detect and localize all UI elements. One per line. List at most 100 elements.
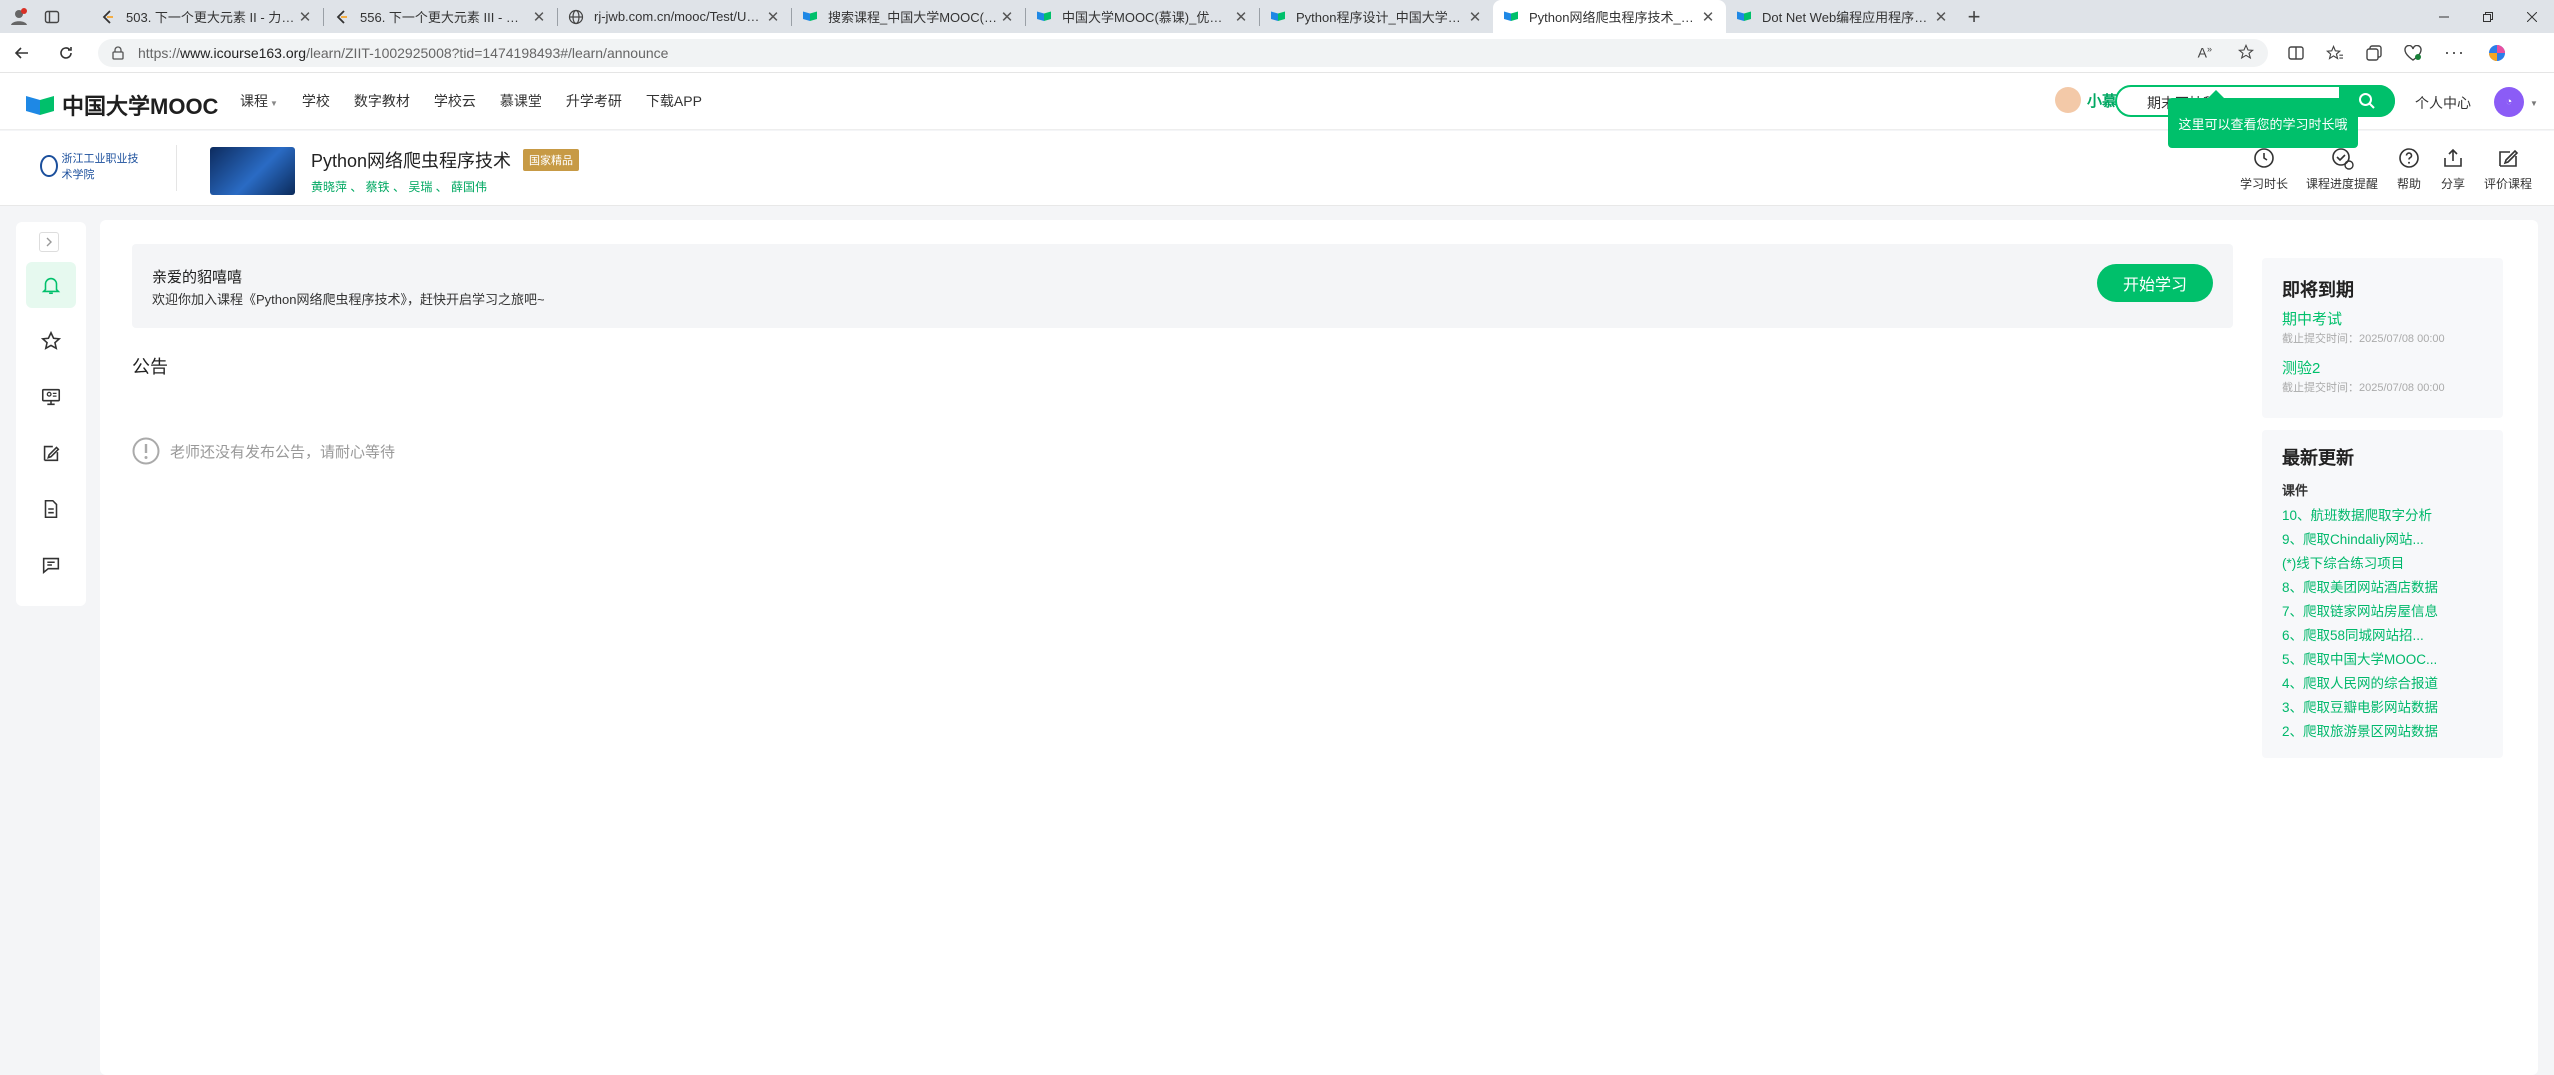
update-item[interactable]: (*)线下综合练习项目: [2282, 552, 2452, 576]
divider: [176, 145, 177, 191]
nav-item[interactable]: 下载APP: [646, 91, 702, 111]
close-window-icon[interactable]: [2510, 0, 2554, 33]
nav-item[interactable]: 课程 ▼: [240, 91, 278, 111]
start-learning-button[interactable]: 开始学习: [2097, 264, 2213, 302]
leetcode-icon: [100, 9, 116, 25]
course-tool-share[interactable]: 分享: [2440, 145, 2466, 192]
refresh-icon[interactable]: [44, 33, 88, 73]
course-tool-help[interactable]: 帮助: [2396, 145, 2422, 192]
mooc-icon: [802, 9, 818, 25]
window-controls: [2422, 0, 2554, 33]
close-tab-icon[interactable]: ✕: [1933, 8, 1949, 26]
course-tool-progress-reminder[interactable]: 课程进度提醒: [2306, 145, 2378, 192]
close-tab-icon[interactable]: ✕: [1467, 8, 1483, 26]
browser-tab-active[interactable]: Python网络爬虫程序技术_中国大学✕: [1493, 0, 1726, 33]
browser-tab[interactable]: Python程序设计_中国大学MOOC✕: [1260, 0, 1493, 33]
collections-icon[interactable]: [2366, 44, 2382, 61]
close-tab-icon[interactable]: ✕: [765, 8, 781, 26]
update-item[interactable]: 4、爬取人民网的综合报道: [2282, 672, 2452, 696]
nav-item[interactable]: 学校云: [434, 91, 476, 111]
course-tool-rate[interactable]: 评价课程: [2484, 145, 2532, 192]
browser-tab[interactable]: 搜索课程_中国大学MOOC(慕课) ✕: [792, 0, 1025, 33]
url-field[interactable]: https://www.icourse163.org/learn/ZIIT-10…: [98, 38, 2268, 67]
chevron-right-icon: [46, 237, 52, 247]
tab-actions-icon[interactable]: [44, 9, 60, 25]
deadlines-title: 即将到期: [2282, 280, 2354, 300]
nav-item[interactable]: 学校: [302, 91, 330, 111]
tab-title: Dot Net Web编程应用程序实践_: [1762, 10, 1933, 25]
new-tab-button[interactable]: +: [1959, 4, 1989, 30]
restore-icon[interactable]: [2466, 0, 2510, 33]
empty-announcement: 老师还没有发布公告，请耐心等待: [132, 437, 395, 465]
school-logo[interactable]: 浙江工业职业技术学院: [40, 151, 144, 181]
nav-item[interactable]: 慕课堂: [500, 91, 542, 111]
browser-tab[interactable]: 556. 下一个更大元素 III - 力扣（L✕: [324, 0, 557, 33]
sidebar-item-tests[interactable]: [26, 430, 76, 476]
deadline-item-time: 截止提交时间：2025/07/08 00:00: [2282, 382, 2445, 394]
address-bar: https://www.icourse163.org/learn/ZIIT-10…: [0, 33, 2554, 73]
ai-avatar-icon: [2055, 87, 2081, 113]
mooc-icon: [1270, 9, 1286, 25]
favorite-star-icon[interactable]: [2238, 44, 2254, 61]
exclamation-icon: [132, 437, 160, 465]
browser-tab[interactable]: Dot Net Web编程应用程序实践_ ✕: [1726, 0, 1959, 33]
update-item[interactable]: 10、航班数据爬取字分析: [2282, 504, 2452, 528]
expand-sidebar-button[interactable]: [39, 232, 59, 252]
copilot-icon[interactable]: [2487, 43, 2507, 63]
nav-item[interactable]: 升学考研: [566, 91, 622, 111]
close-tab-icon[interactable]: ✕: [297, 8, 313, 26]
deadline-item-name[interactable]: 期中考试: [2282, 308, 2342, 329]
back-icon[interactable]: [0, 33, 44, 73]
announcement-title: 公告: [132, 357, 168, 377]
main-nav: 课程 ▼ 学校 数字教材 学校云 慕课堂 升学考研 下载APP: [240, 91, 702, 111]
lock-icon[interactable]: [112, 45, 124, 60]
updates-title: 最新更新: [2282, 448, 2354, 468]
close-tab-icon[interactable]: ✕: [999, 8, 1015, 26]
close-tab-icon[interactable]: ✕: [531, 8, 547, 26]
read-aloud-icon[interactable]: A»: [2198, 44, 2212, 61]
close-tab-icon[interactable]: ✕: [1700, 8, 1716, 26]
sidebar-item-announcement[interactable]: [26, 262, 76, 308]
close-tab-icon[interactable]: ✕: [1233, 8, 1249, 26]
personal-center-link[interactable]: 个人中心: [2415, 93, 2471, 113]
course-title: Python网络爬虫程序技术: [311, 151, 512, 171]
update-item[interactable]: 6、爬取58同城网站招...: [2282, 624, 2452, 648]
split-screen-icon[interactable]: [2288, 45, 2304, 61]
update-item[interactable]: 3、爬取豆瓣电影网站数据: [2282, 696, 2452, 720]
update-item[interactable]: 7、爬取链家网站房屋信息: [2282, 600, 2452, 624]
update-item[interactable]: 8、爬取美团网站酒店数据: [2282, 576, 2452, 600]
updates-list: 10、航班数据爬取字分析 9、爬取Chindaliy网站... (*)线下综合练习项…: [2282, 504, 2452, 744]
deadline-item-time: 截止提交时间：2025/07/08 00:00: [2282, 333, 2445, 345]
avatar-dropdown-icon[interactable]: ▼: [2530, 99, 2538, 108]
more-menu-icon[interactable]: ···: [2444, 42, 2465, 63]
deadline-item-name[interactable]: 测验2: [2282, 357, 2320, 378]
mooc-logo[interactable]: 中国大学MOOC: [24, 89, 218, 121]
sidebar-item-courseware[interactable]: [26, 374, 76, 420]
updates-subtitle: 课件: [2282, 483, 2309, 498]
sidebar-item-scoring[interactable]: [26, 318, 76, 364]
minimize-icon[interactable]: [2422, 0, 2466, 33]
chevron-down-icon: ▼: [270, 99, 278, 108]
browser-tab[interactable]: 中国大学MOOC(慕课)_优质在线课✕: [1026, 0, 1259, 33]
user-avatar[interactable]: ◔: [2494, 87, 2524, 117]
update-item[interactable]: 2、爬取旅游景区网站数据: [2282, 720, 2452, 744]
browser-tab[interactable]: 503. 下一个更大元素 II - 力扣（Le✕: [90, 0, 323, 33]
favorites-icon[interactable]: [2326, 44, 2344, 61]
browser-tab[interactable]: rj-jwb.com.cn/mooc/Test/Upload ✕: [558, 0, 791, 33]
browser-essentials-icon[interactable]: [2404, 44, 2422, 61]
welcome-text: 欢迎你加入课程《Python网络爬虫程序技术》，赶快开启学习之旅吧~: [152, 292, 545, 307]
rate-icon: [2495, 145, 2521, 171]
profile-icon[interactable]: [10, 7, 28, 26]
teacher-list[interactable]: 黄晓萍 、 蔡铁 、 吴瑞 、 薛国伟: [311, 178, 487, 195]
sidebar-item-discussion[interactable]: [26, 542, 76, 588]
url-text[interactable]: https://www.icourse163.org/learn/ZIIT-10…: [138, 45, 668, 61]
nav-item[interactable]: 数字教材: [354, 91, 410, 111]
bell-icon: [40, 274, 62, 296]
course-tool-clock[interactable]: 学习时长: [2240, 145, 2288, 192]
sidebar-item-exams[interactable]: [26, 486, 76, 532]
update-item[interactable]: 9、爬取Chindaliy网站...: [2282, 528, 2452, 552]
welcome-banner: 亲爱的貂嘻嘻 欢迎你加入课程《Python网络爬虫程序技术》，赶快开启学习之旅吧…: [132, 244, 2233, 328]
update-item[interactable]: 5、爬取中国大学MOOC...: [2282, 648, 2452, 672]
tab-title: 503. 下一个更大元素 II - 力扣（Le: [126, 10, 297, 25]
help-icon: [2396, 145, 2422, 171]
